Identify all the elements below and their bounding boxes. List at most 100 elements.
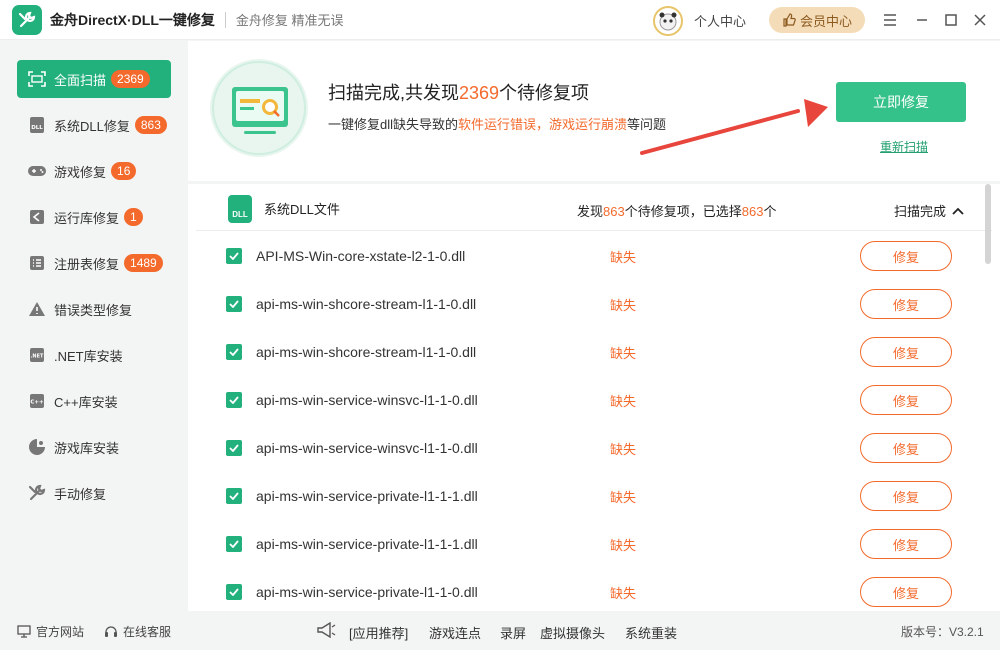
sidebar: 全面扫描 2369 DLL 系统DLL修复 863 游戏修复 16 运行库修复 … bbox=[0, 41, 188, 611]
sidebar-item-label: .NET库安装 bbox=[54, 348, 123, 364]
row-checkbox[interactable] bbox=[226, 296, 242, 312]
total-issue-count: 2369 bbox=[459, 83, 500, 103]
table-row: api-ms-win-service-private-l1-1-0.dll 缺失… bbox=[188, 568, 1000, 611]
scrollbar[interactable] bbox=[985, 184, 991, 604]
title-divider bbox=[224, 11, 226, 28]
dll-status: 缺失 bbox=[610, 393, 637, 409]
row-checkbox[interactable] bbox=[226, 488, 242, 504]
sidebar-item-game-repair[interactable]: 游戏修复 16 bbox=[17, 152, 171, 190]
online-support-link[interactable]: 在线客服 bbox=[104, 623, 171, 640]
arrow-pointer-icon bbox=[640, 99, 828, 155]
count-badge: 16 bbox=[111, 162, 137, 180]
row-checkbox[interactable] bbox=[226, 440, 242, 456]
app-recommend-label: [应用推荐] bbox=[349, 626, 409, 641]
app-title: 金舟DirectX·DLL一键修复 bbox=[50, 11, 215, 28]
maximize-icon[interactable] bbox=[941, 10, 961, 30]
app-link-auto-clicker[interactable]: 游戏连点 bbox=[429, 623, 481, 642]
registry-icon bbox=[27, 253, 47, 273]
dll-name: api-ms-win-service-private-l1-1-1.dll bbox=[256, 488, 478, 504]
dll-name: api-ms-win-service-private-l1-1-1.dll bbox=[256, 536, 478, 552]
row-checkbox[interactable] bbox=[226, 248, 242, 264]
minimize-icon[interactable] bbox=[912, 10, 932, 30]
user-center-link[interactable]: 个人中心 bbox=[694, 11, 746, 30]
dll-status: 缺失 bbox=[610, 345, 637, 361]
title-bar: 金舟DirectX·DLL一键修复 金舟修复 精准无误 个人中心 会员中心 bbox=[0, 0, 1000, 40]
svg-text:DLL: DLL bbox=[31, 125, 43, 131]
table-row: api-ms-win-service-winsvc-l1-1-0.dll 缺失 … bbox=[188, 376, 1000, 424]
sidebar-item-label: 全面扫描 bbox=[54, 72, 107, 88]
count-badge: 2369 bbox=[111, 70, 150, 88]
dll-name: api-ms-win-service-private-l1-1-0.dll bbox=[256, 584, 478, 600]
app-link-virtual-camera[interactable]: 虚拟摄像头 bbox=[540, 623, 605, 642]
sidebar-item-label: 注册表修复 bbox=[54, 256, 120, 272]
sidebar-item-error-type[interactable]: 错误类型修复 bbox=[17, 290, 171, 328]
sidebar-item-game-lib[interactable]: 游戏库安装 bbox=[17, 428, 171, 466]
avatar[interactable] bbox=[653, 6, 683, 36]
count-badge: 863 bbox=[134, 116, 167, 134]
table-row: api-ms-win-service-private-l1-1-1.dll 缺失… bbox=[188, 472, 1000, 520]
app-slogan: 金舟修复 精准无误 bbox=[235, 13, 344, 28]
repair-button[interactable]: 修复 bbox=[860, 337, 952, 367]
scan-result-subtitle: 一键修复dll缺失导致的软件运行错误，游戏运行崩溃等问题 bbox=[328, 117, 667, 132]
sidebar-item-label: 运行库修复 bbox=[54, 210, 120, 226]
dll-status: 缺失 bbox=[610, 585, 637, 601]
svg-text:C++: C++ bbox=[30, 400, 44, 406]
megaphone-icon bbox=[317, 622, 336, 638]
dll-name: api-ms-win-service-winsvc-l1-1-0.dll bbox=[256, 440, 478, 456]
sidebar-item-label: 游戏修复 bbox=[54, 164, 107, 180]
gamepad-icon bbox=[27, 161, 47, 181]
dll-list-header: DLL 系统DLL文件 发现863个待修复项，已选择863个 扫描完成 bbox=[196, 187, 992, 231]
row-checkbox[interactable] bbox=[226, 344, 242, 360]
vip-center-button[interactable]: 会员中心 bbox=[769, 7, 865, 33]
sidebar-item-cpp[interactable]: C++ C++库安装 bbox=[17, 382, 171, 420]
repair-button[interactable]: 修复 bbox=[860, 433, 952, 463]
cpp-icon: C++ bbox=[27, 391, 47, 411]
sidebar-item-manual-repair[interactable]: 手动修复 bbox=[17, 474, 171, 512]
sidebar-item-label: C++库安装 bbox=[54, 394, 118, 410]
scan-result-title: 扫描完成,共发现2369个待修复项 bbox=[328, 83, 590, 103]
sidebar-item-registry-repair[interactable]: 注册表修复 1489 bbox=[17, 244, 171, 282]
svg-text:.NET: .NET bbox=[31, 354, 44, 360]
repair-button[interactable]: 修复 bbox=[860, 481, 952, 511]
dll-list: API-MS-Win-core-xstate-l2-1-0.dll 缺失 修复 … bbox=[188, 232, 1000, 611]
sidebar-item-label: 错误类型修复 bbox=[54, 302, 133, 318]
sidebar-item-label: 系统DLL修复 bbox=[54, 118, 130, 134]
sidebar-item-dotnet[interactable]: .NET .NET库安装 bbox=[17, 336, 171, 374]
runtime-icon bbox=[27, 207, 47, 227]
sidebar-item-full-scan[interactable]: 全面扫描 2369 bbox=[17, 60, 171, 98]
dll-status: 缺失 bbox=[610, 249, 637, 265]
app-link-screen-recorder[interactable]: 录屏 bbox=[500, 623, 526, 642]
sidebar-item-runtime-repair[interactable]: 运行库修复 1 bbox=[17, 198, 171, 236]
repair-button[interactable]: 修复 bbox=[860, 577, 952, 607]
count-badge: 1489 bbox=[124, 254, 163, 272]
official-website-link[interactable]: 官方网站 bbox=[17, 623, 84, 640]
row-checkbox[interactable] bbox=[226, 584, 242, 600]
table-row: API-MS-Win-core-xstate-l2-1-0.dll 缺失 修复 bbox=[188, 232, 1000, 280]
chevron-up-icon bbox=[952, 207, 964, 215]
scrollbar-thumb[interactable] bbox=[985, 184, 991, 264]
menu-icon[interactable] bbox=[880, 10, 900, 30]
fix-now-button[interactable]: 立即修复 bbox=[836, 82, 966, 122]
repair-button[interactable]: 修复 bbox=[860, 529, 952, 559]
repair-button[interactable]: 修复 bbox=[860, 289, 952, 319]
sidebar-item-label: 手动修复 bbox=[54, 486, 107, 502]
row-checkbox[interactable] bbox=[226, 392, 242, 408]
app-logo bbox=[12, 4, 42, 35]
row-checkbox[interactable] bbox=[226, 536, 242, 552]
section-divider bbox=[188, 181, 1000, 184]
dll-name: api-ms-win-shcore-stream-l1-1-0.dll bbox=[256, 296, 477, 312]
repair-button[interactable]: 修复 bbox=[860, 241, 952, 271]
table-row: api-ms-win-shcore-stream-l1-1-0.dll 缺失 修… bbox=[188, 280, 1000, 328]
repair-button[interactable]: 修复 bbox=[860, 385, 952, 415]
app-link-system-reinstall[interactable]: 系统重装 bbox=[625, 623, 677, 642]
monitor-icon bbox=[17, 625, 31, 638]
close-icon[interactable] bbox=[970, 10, 990, 30]
main-panel: 扫描完成,共发现2369个待修复项 一键修复dll缺失导致的软件运行错误，游戏运… bbox=[188, 41, 1000, 611]
scan-summary: 扫描完成,共发现2369个待修复项 一键修复dll缺失导致的软件运行错误，游戏运… bbox=[188, 41, 1000, 181]
sidebar-item-system-dll[interactable]: DLL 系统DLL修复 863 bbox=[17, 106, 171, 144]
version-label: 版本号：V3.2.1 bbox=[901, 625, 984, 639]
rescan-link[interactable]: 重新扫描 bbox=[880, 138, 928, 155]
game-lib-icon bbox=[27, 437, 47, 457]
dll-file-icon: DLL bbox=[228, 194, 252, 223]
collapse-toggle[interactable]: 扫描完成 bbox=[894, 201, 964, 220]
